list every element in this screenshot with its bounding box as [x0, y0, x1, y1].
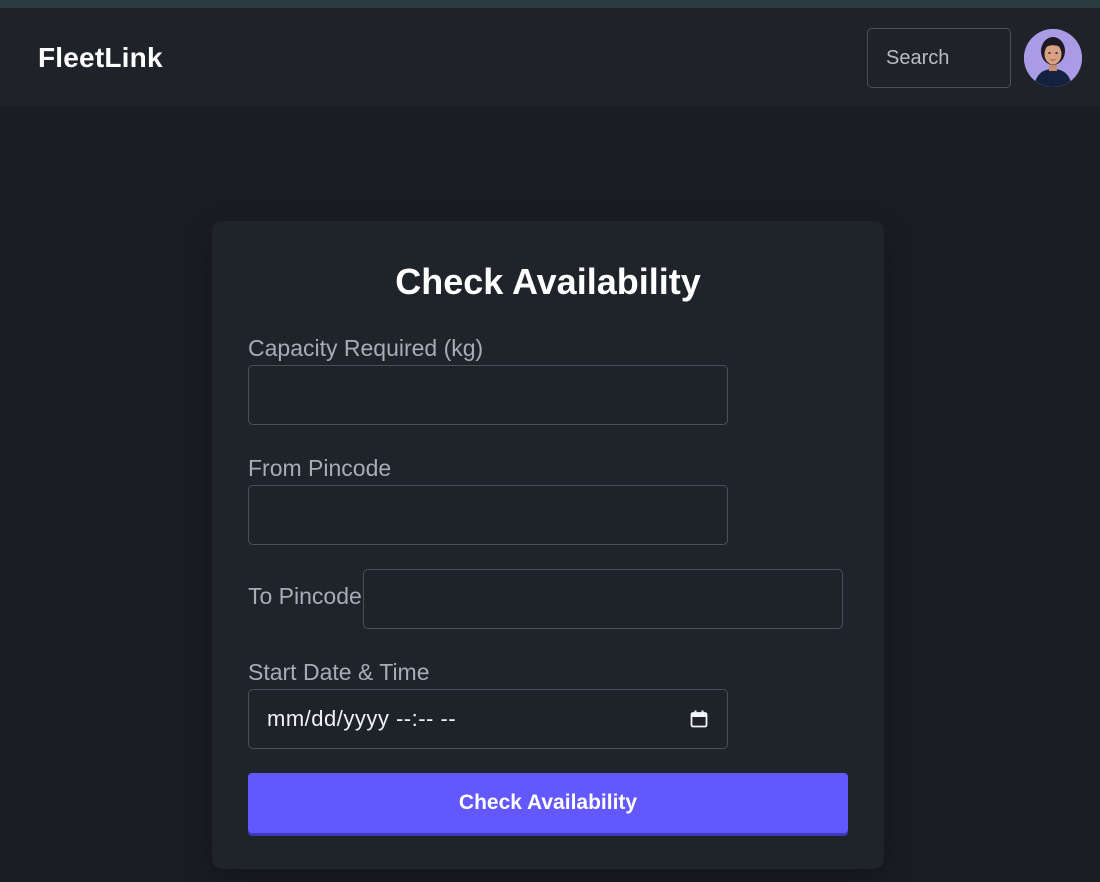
availability-card: Check Availability Capacity Required (kg… — [212, 221, 884, 869]
form-title: Check Availability — [395, 261, 701, 302]
brand-logo-text[interactable]: FleetLink — [38, 42, 163, 74]
capacity-label: Capacity Required (kg) — [248, 335, 484, 361]
navbar: FleetLink — [0, 8, 1100, 106]
from-pincode-input[interactable] — [248, 485, 728, 545]
search-input[interactable] — [867, 28, 1011, 88]
check-availability-button[interactable]: Check Availability — [248, 773, 848, 833]
to-pincode-label: To Pincode — [248, 583, 362, 609]
user-avatar-icon — [1024, 29, 1082, 87]
calendar-icon[interactable] — [689, 709, 709, 729]
avatar[interactable] — [1024, 29, 1082, 87]
datetime-placeholder: mm/dd/yyyy --:-- -- — [267, 706, 457, 731]
to-pincode-input[interactable] — [363, 569, 843, 629]
from-pincode-label: From Pincode — [248, 455, 392, 481]
start-datetime-label: Start Date & Time — [248, 659, 430, 685]
start-datetime-input[interactable]: mm/dd/yyyy --:-- -- — [248, 689, 728, 749]
capacity-input[interactable] — [248, 365, 728, 425]
top-window-strip — [0, 0, 1100, 8]
